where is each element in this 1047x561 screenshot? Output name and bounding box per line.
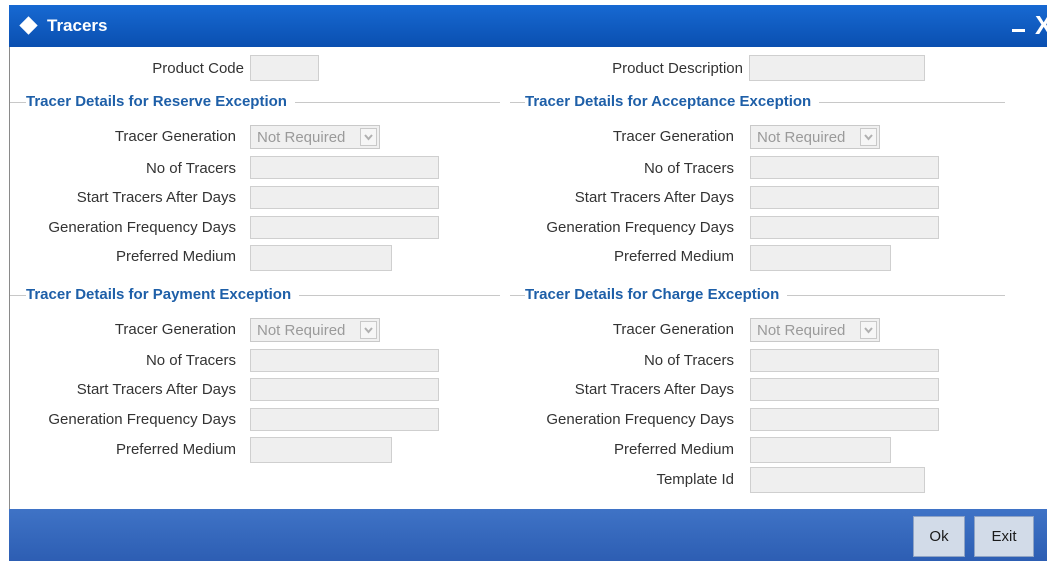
- payment-preferred-medium-label: Preferred Medium: [115, 441, 236, 458]
- acceptance-start-after-days-label: Start Tracers After Days: [574, 189, 734, 206]
- acceptance-no-of-tracers-label: No of Tracers: [643, 160, 734, 177]
- payment-frequency-days-label: Generation Frequency Days: [48, 411, 236, 428]
- acceptance-tracer-generation-label: Tracer Generation: [612, 128, 734, 145]
- minimize-button[interactable]: [1012, 29, 1025, 32]
- charge-tracer-generation-select[interactable]: Not Required: [750, 318, 880, 342]
- reserve-start-after-days-input[interactable]: [250, 186, 439, 209]
- acceptance-section-title: Tracer Details for Acceptance Exception: [525, 93, 820, 111]
- payment-preferred-medium-input[interactable]: [250, 437, 392, 463]
- reserve-start-after-days-label: Start Tracers After Days: [76, 189, 236, 206]
- title-bar[interactable]: Tracers X: [9, 5, 1047, 47]
- chevron-down-icon[interactable]: [360, 321, 377, 339]
- diamond-icon: [19, 16, 38, 35]
- acceptance-no-of-tracers-input[interactable]: [750, 156, 939, 179]
- charge-section-title: Tracer Details for Charge Exception: [525, 286, 788, 304]
- ok-button[interactable]: Ok: [913, 516, 965, 557]
- footer-bar: Ok Exit: [9, 509, 1047, 561]
- acceptance-tracer-generation-select[interactable]: Not Required: [750, 125, 880, 149]
- payment-start-after-days-label: Start Tracers After Days: [76, 381, 236, 398]
- reserve-frequency-days-input[interactable]: [250, 216, 439, 239]
- charge-tracer-generation-value: Not Required: [757, 322, 846, 339]
- charge-no-of-tracers-label: No of Tracers: [643, 352, 734, 369]
- reserve-no-of-tracers-label: No of Tracers: [145, 160, 236, 177]
- charge-frequency-days-input[interactable]: [750, 408, 939, 431]
- content-area: Product Code Product Description Tracer …: [9, 47, 1047, 509]
- reserve-section-title: Tracer Details for Reserve Exception: [26, 93, 295, 111]
- template-id-label: Template Id: [656, 471, 734, 488]
- reserve-preferred-medium-input[interactable]: [250, 245, 392, 271]
- chevron-down-icon[interactable]: [360, 128, 377, 146]
- acceptance-start-after-days-input[interactable]: [750, 186, 939, 209]
- payment-section-title: Tracer Details for Payment Exception: [26, 286, 300, 304]
- charge-preferred-medium-label: Preferred Medium: [613, 441, 734, 458]
- acceptance-frequency-days-input[interactable]: [750, 216, 939, 239]
- acceptance-preferred-medium-label: Preferred Medium: [613, 248, 734, 265]
- payment-start-after-days-input[interactable]: [250, 378, 439, 401]
- charge-frequency-days-label: Generation Frequency Days: [546, 411, 734, 428]
- reserve-tracer-generation-value: Not Required: [257, 129, 346, 146]
- reserve-preferred-medium-label: Preferred Medium: [115, 248, 236, 265]
- product-code-label: Product Code: [152, 60, 244, 77]
- reserve-frequency-days-label: Generation Frequency Days: [48, 219, 236, 236]
- payment-no-of-tracers-input[interactable]: [250, 349, 439, 372]
- acceptance-preferred-medium-input[interactable]: [750, 245, 891, 271]
- close-button[interactable]: X: [1035, 11, 1047, 39]
- acceptance-tracer-generation-value: Not Required: [757, 129, 846, 146]
- chevron-down-icon[interactable]: [860, 128, 877, 146]
- payment-tracer-generation-label: Tracer Generation: [114, 321, 236, 338]
- product-description-input[interactable]: [749, 55, 925, 81]
- charge-preferred-medium-input[interactable]: [750, 437, 891, 463]
- payment-frequency-days-input[interactable]: [250, 408, 439, 431]
- product-code-input[interactable]: [250, 55, 319, 81]
- reserve-tracer-generation-label: Tracer Generation: [114, 128, 236, 145]
- charge-tracer-generation-label: Tracer Generation: [612, 321, 734, 338]
- window-title: Tracers: [47, 16, 108, 35]
- acceptance-frequency-days-label: Generation Frequency Days: [546, 219, 734, 236]
- template-id-input[interactable]: [750, 467, 925, 493]
- charge-no-of-tracers-input[interactable]: [750, 349, 939, 372]
- reserve-no-of-tracers-input[interactable]: [250, 156, 439, 179]
- product-description-label: Product Description: [612, 60, 743, 77]
- payment-tracer-generation-value: Not Required: [257, 322, 346, 339]
- chevron-down-icon[interactable]: [860, 321, 877, 339]
- charge-start-after-days-label: Start Tracers After Days: [574, 381, 734, 398]
- tracers-window: Tracers X Product Code Product Descripti…: [0, 0, 1047, 561]
- exit-button[interactable]: Exit: [974, 516, 1034, 557]
- reserve-tracer-generation-select[interactable]: Not Required: [250, 125, 380, 149]
- payment-no-of-tracers-label: No of Tracers: [145, 352, 236, 369]
- payment-tracer-generation-select[interactable]: Not Required: [250, 318, 380, 342]
- charge-start-after-days-input[interactable]: [750, 378, 939, 401]
